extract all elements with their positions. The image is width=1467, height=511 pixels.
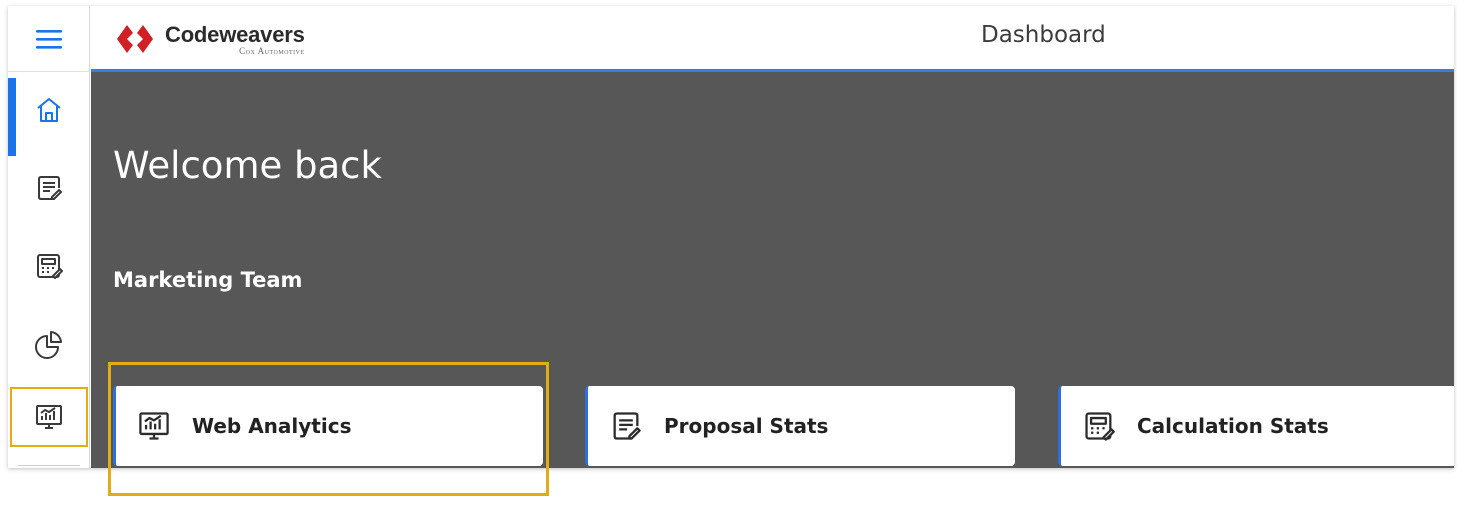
sidebar-item-reports[interactable]: [8, 312, 90, 376]
analytics-monitor-icon: [36, 405, 62, 429]
hamburger-icon: [36, 29, 62, 49]
pie-chart-icon: [35, 331, 62, 359]
sidebar-item-calculations[interactable]: [8, 234, 90, 298]
calculator-icon: [37, 254, 63, 279]
codeweavers-logo-icon: [117, 25, 153, 53]
document-edit-icon: [38, 176, 62, 200]
brand-subtitle: Cox Automotive: [239, 45, 305, 56]
welcome-heading: Welcome back: [113, 144, 382, 187]
brand-name: Codeweavers: [165, 21, 305, 47]
home-icon: [37, 98, 61, 122]
sidebar-divider: [18, 465, 80, 466]
menu-button[interactable]: [8, 6, 90, 72]
card-proposal-stats[interactable]: Proposal Stats: [585, 386, 1015, 466]
sidebar-item-web-analytics[interactable]: [10, 387, 88, 447]
top-bar: Codeweavers Cox Automotive Dashboard: [91, 6, 1454, 72]
card-label: Calculation Stats: [1137, 414, 1329, 438]
sidebar-item-home[interactable]: [8, 78, 90, 156]
highlight-box: [108, 362, 549, 496]
brand-logo[interactable]: Codeweavers Cox Automotive: [113, 16, 305, 62]
card-calculation-stats[interactable]: Calculation Stats: [1058, 386, 1454, 466]
page-title: Dashboard: [981, 22, 1106, 48]
sidebar-item-proposals[interactable]: [8, 156, 90, 220]
calculator-icon: [1081, 408, 1117, 444]
document-edit-icon: [608, 408, 644, 444]
sidebar: [8, 6, 90, 468]
team-name: Marketing Team: [113, 268, 303, 292]
card-label: Proposal Stats: [664, 414, 829, 438]
